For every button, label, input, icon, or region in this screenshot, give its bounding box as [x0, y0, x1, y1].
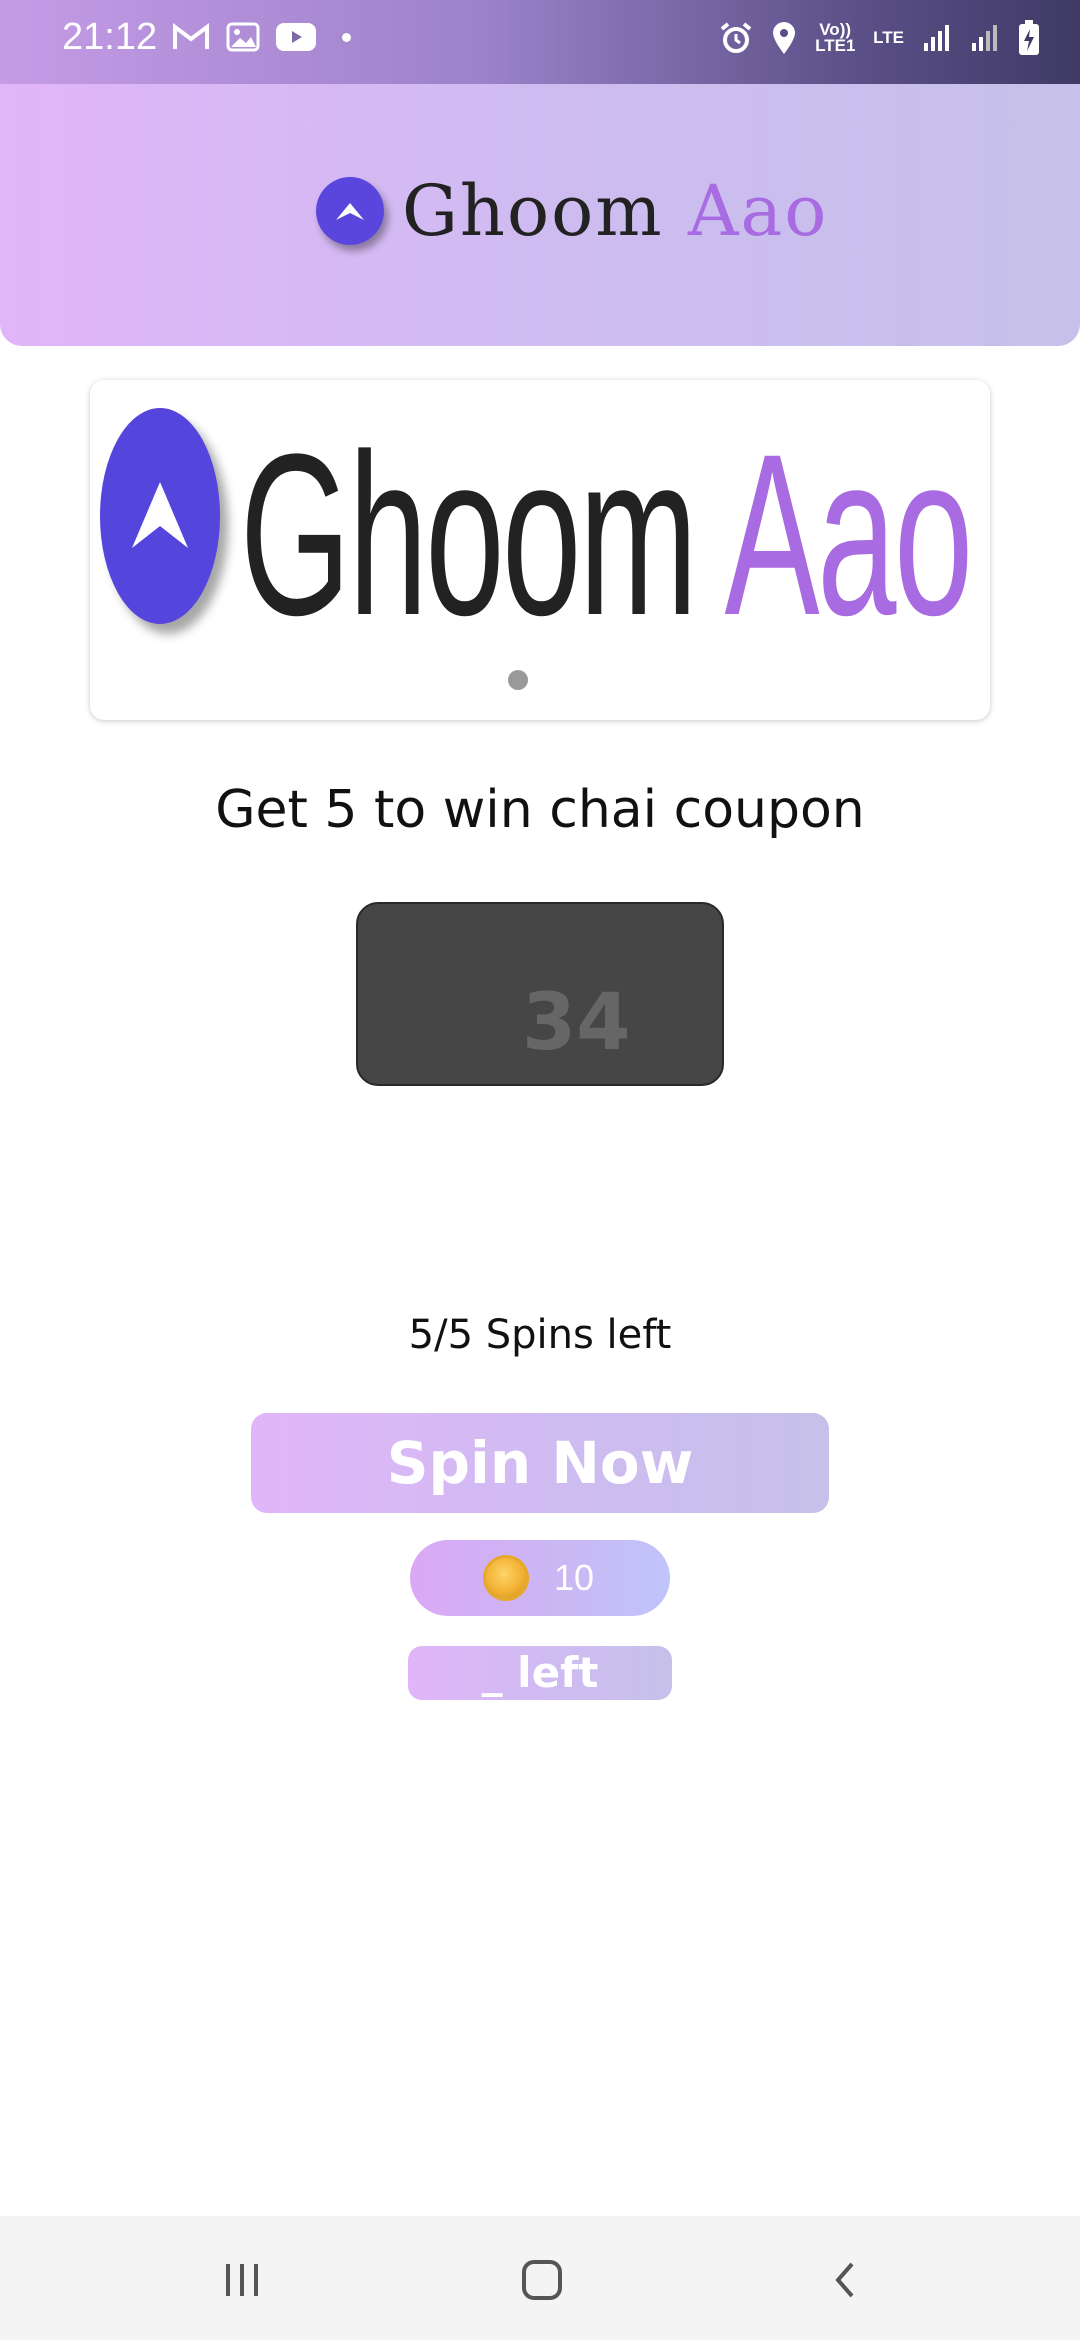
gmail-icon: [173, 23, 209, 49]
signal-icon: [924, 25, 949, 51]
location-icon: [773, 22, 796, 54]
notification-dot-icon: [342, 32, 351, 42]
current-number: 34: [522, 978, 631, 1068]
spin-number-display: 34: [356, 902, 724, 1086]
header-logo: Ghoom Aao: [316, 176, 828, 246]
status-time: 21:12: [62, 16, 158, 58]
status-bar: 21:12 Vo)) LTE1 LTE: [0, 0, 1080, 84]
header-title: Ghoom Aao: [402, 170, 829, 252]
coin-count: 10: [553, 1557, 595, 1598]
game-prompt: Get 5 to win chai coupon: [215, 780, 865, 840]
system-nav-bar: [0, 2216, 1080, 2340]
spins-left-label: 5/5 Spins left: [408, 1312, 672, 1358]
spin-now-button[interactable]: Spin Now: [251, 1413, 829, 1513]
battery-charging-icon: [1019, 20, 1039, 55]
recents-icon[interactable]: [212, 2250, 272, 2310]
left-badge: _ left: [408, 1646, 672, 1700]
navigation-arrow-icon: [100, 408, 220, 624]
banner-title: Ghoom Aao: [240, 406, 973, 663]
alarm-icon: [720, 22, 752, 53]
app-header: Ghoom Aao: [0, 84, 1080, 346]
coin-balance[interactable]: 10: [410, 1540, 670, 1616]
youtube-icon: [276, 23, 316, 51]
signal-icon: [972, 25, 997, 51]
lte-indicator: LTE: [873, 28, 904, 47]
coin-icon: [485, 1558, 526, 1598]
carousel-page-indicator: [508, 670, 528, 690]
home-icon[interactable]: [512, 2250, 572, 2310]
banner-carousel[interactable]: Ghoom Aao: [90, 380, 990, 720]
back-icon[interactable]: [816, 2250, 876, 2310]
navigation-arrow-icon: [316, 177, 384, 245]
volte-indicator: Vo)) LTE1: [815, 20, 856, 55]
gallery-icon: [226, 22, 260, 52]
